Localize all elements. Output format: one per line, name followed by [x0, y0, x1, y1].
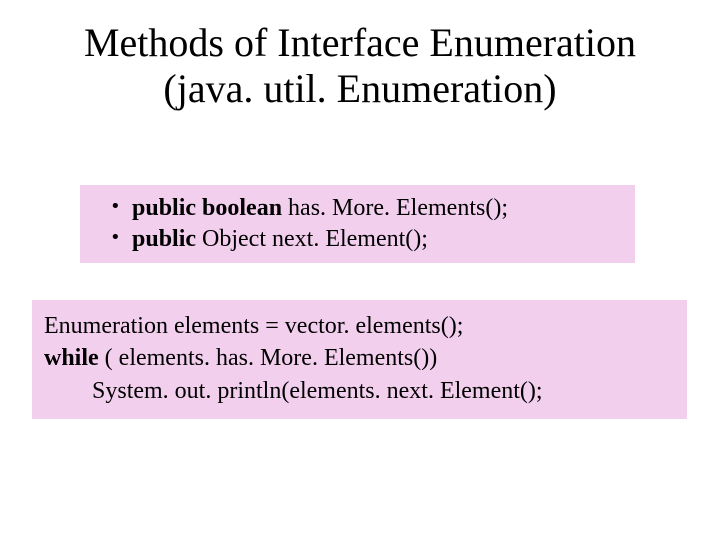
method-2-keywords: public	[132, 226, 196, 252]
title-line-1: Methods of Interface Enumeration	[84, 20, 636, 65]
code-while-keyword: while	[44, 345, 99, 371]
code-box: Enumeration elements = vector. elements(…	[32, 300, 687, 419]
method-1-rest: has. More. Elements();	[282, 195, 508, 221]
method-2-rest: Object next. Element();	[196, 226, 428, 252]
method-1-keywords: public boolean	[132, 195, 282, 221]
method-line-1: public boolean has. More. Elements();	[110, 193, 625, 224]
code-line-2-rest: ( elements. has. More. Elements())	[99, 345, 438, 371]
slide: Methods of Interface Enumeration (java. …	[0, 0, 720, 540]
code-line-2: while ( elements. has. More. Elements())	[44, 342, 675, 374]
code-line-1: Enumeration elements = vector. elements(…	[44, 310, 675, 342]
method-line-2: public Object next. Element();	[110, 224, 625, 255]
slide-title: Methods of Interface Enumeration (java. …	[0, 20, 720, 112]
methods-box: public boolean has. More. Elements(); pu…	[80, 185, 635, 263]
code-line-3: System. out. println(elements. next. Ele…	[44, 375, 675, 407]
title-line-2: (java. util. Enumeration)	[163, 66, 556, 111]
